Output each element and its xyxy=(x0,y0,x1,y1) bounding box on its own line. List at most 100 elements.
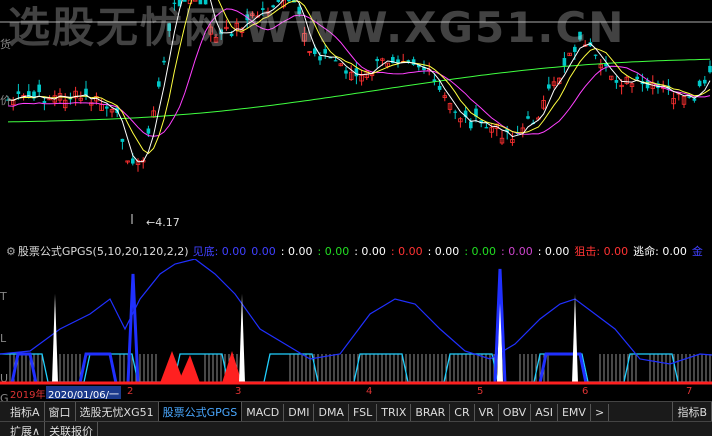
candle-body xyxy=(167,23,171,31)
candle-body xyxy=(120,138,125,142)
candle-body xyxy=(229,33,234,37)
candle-body xyxy=(203,0,208,5)
bottom-bar: 扩展∧ 关联报价 xyxy=(0,421,712,436)
tab-7[interactable]: FSL xyxy=(349,404,378,421)
indicator-value-2: : 0.00 xyxy=(280,245,313,258)
candle-body xyxy=(157,81,161,87)
date-start: 2019年 xyxy=(10,390,46,399)
candle-body xyxy=(344,70,348,74)
candle-body xyxy=(578,31,582,40)
candle-body xyxy=(42,101,47,104)
candle-body xyxy=(614,80,619,83)
tab-6[interactable]: DMA xyxy=(314,404,349,421)
indicator-value-6: : 0.00 xyxy=(427,245,460,258)
candle-body xyxy=(708,65,712,73)
red-signal-area xyxy=(160,351,242,383)
candle-body xyxy=(271,5,275,8)
red-signal-shape xyxy=(178,355,200,383)
candle-body xyxy=(437,85,442,90)
date-axis: 2019年 2020/01/06/一 2 3 4 5 6 7 xyxy=(0,386,712,399)
ma20-line xyxy=(7,8,711,137)
blue-curve xyxy=(0,259,712,365)
candle-body xyxy=(105,106,109,109)
candle-body xyxy=(27,91,31,98)
month-6: 6 xyxy=(582,386,589,397)
candle-body xyxy=(687,96,691,98)
candle-body xyxy=(198,0,203,5)
candle-body xyxy=(323,49,327,54)
candle-body xyxy=(453,111,457,113)
tab-2[interactable]: 选股无忧XG51 xyxy=(76,402,159,421)
ma10-line xyxy=(7,0,711,155)
candle-body xyxy=(333,60,338,62)
tab-9[interactable]: BRAR xyxy=(411,404,451,421)
candles-group xyxy=(6,0,712,172)
candle-body xyxy=(318,56,322,61)
indicator-value-12: 金 xyxy=(691,245,703,258)
candle-body xyxy=(287,0,291,2)
month-2: 2 xyxy=(127,386,134,397)
indicator-value-1: 0.00 xyxy=(251,245,276,258)
candle-body xyxy=(172,2,177,4)
indicator-value-5: : 0.00 xyxy=(390,245,423,258)
tab-4[interactable]: MACD xyxy=(242,404,285,421)
indicator-value-9: : 0.00 xyxy=(537,245,570,258)
candle-body xyxy=(192,0,198,2)
expand-button[interactable]: 扩展∧ xyxy=(0,422,46,436)
candle-body xyxy=(469,121,473,129)
gear-icon[interactable]: ⚙ xyxy=(6,245,16,258)
indicator-value-0: 见底: 0.00 xyxy=(192,245,247,258)
axis-mark-1: 货 xyxy=(0,38,11,51)
tab-13[interactable]: ASI xyxy=(531,404,558,421)
indicator-value-11: 逃命: 0.00 xyxy=(633,245,687,258)
related-quotes-tab[interactable]: 关联报价 xyxy=(45,422,99,436)
tab-12[interactable]: OBV xyxy=(499,404,532,421)
month-7: 7 xyxy=(686,386,693,397)
indicator-value-10: 狙击: 0.00 xyxy=(574,245,629,258)
tab-3[interactable]: 股票公式GPGS xyxy=(158,402,243,421)
candle-body xyxy=(183,0,187,2)
cursor-date: 2020/01/06/一 xyxy=(46,386,122,399)
month-3: 3 xyxy=(235,386,242,397)
indicator-value-8: : 0.00 xyxy=(501,245,533,258)
white-spike xyxy=(572,294,578,383)
tab-1[interactable]: 窗口 xyxy=(45,402,76,421)
tab-8[interactable]: TRIX xyxy=(377,404,412,421)
candle-body xyxy=(146,128,151,134)
candle-body xyxy=(37,84,41,93)
indicator-value-4: : 0.00 xyxy=(354,245,386,258)
blue-signal-line xyxy=(0,352,712,385)
indicator-value-3: : 0.00 xyxy=(317,245,350,258)
candle-body xyxy=(261,8,265,10)
blue-spike xyxy=(126,273,140,385)
candle-body xyxy=(703,79,707,84)
stock-chart-app: 选股无忧网 WWW.XG51.CN ←4.17 货 价 T L U G ⚙ 股票公… xyxy=(0,0,712,436)
candle-body xyxy=(593,54,598,56)
candle-body xyxy=(375,59,379,62)
candlestick-chart[interactable] xyxy=(0,0,712,242)
tab-16[interactable]: 指标B xyxy=(672,402,712,421)
indicator-tabs: 指标A 窗口 选股无忧XG51 股票公式GPGS MACD DMI DMA FSL TRIX BR… xyxy=(0,401,712,421)
tab-5[interactable]: DMI xyxy=(284,404,315,421)
candle-body xyxy=(16,91,21,94)
white-spike xyxy=(52,294,58,383)
candle-body xyxy=(276,0,281,2)
indicator-chart[interactable] xyxy=(0,259,712,386)
tab-14[interactable]: EMV xyxy=(558,404,591,421)
tab-10[interactable]: CR xyxy=(450,404,475,421)
price-low-label: ←4.17 xyxy=(146,216,180,229)
candle-body xyxy=(635,76,639,80)
candle-body xyxy=(692,98,697,101)
indicator-name[interactable]: 股票公式GPGS(5,10,20,120,2,2) xyxy=(18,243,189,259)
candle-body xyxy=(573,46,577,52)
candle-body xyxy=(547,84,551,89)
month-5: 5 xyxy=(477,386,484,397)
candle-body xyxy=(526,116,530,119)
tab-scroll-right[interactable]: > xyxy=(591,404,610,421)
indicator-value-7: : 0.00 xyxy=(464,245,497,258)
candle-body xyxy=(297,6,301,14)
axis-mark-2: 价 xyxy=(0,94,11,107)
tab-11[interactable]: VR xyxy=(475,404,499,421)
month-4: 4 xyxy=(366,386,373,397)
tab-0[interactable]: 指标A xyxy=(0,402,45,421)
